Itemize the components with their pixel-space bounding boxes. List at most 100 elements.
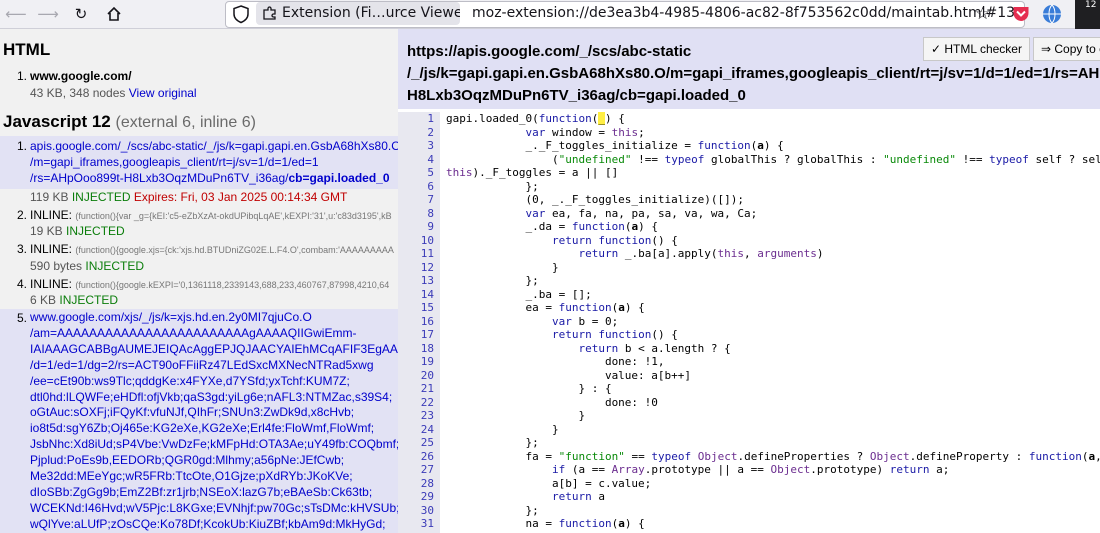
script-4-meta: 6 KB INJECTED	[30, 293, 118, 307]
code-line: _._F_toggles_initialize = function(a) {	[446, 139, 784, 152]
script-5-url-line[interactable]: dtl0hd:lLQWFe;eHDfl:ofjVkb;qaS3gd:yiLg6e…	[30, 390, 398, 406]
code-line: return _.ba[a].apply(this, arguments)	[578, 247, 824, 260]
copy-button[interactable]: ⇒ Copy to c	[1033, 37, 1100, 61]
tab-label: Extension (Fi…urce Viewer)	[282, 5, 460, 21]
star-icon[interactable]: ☆	[975, 4, 990, 24]
html-item-url[interactable]: www.google.com/	[30, 69, 132, 84]
source-url-line: H8Lxb3OqzMDuPn6TV_i36ag/cb=gapi.loaded_0	[407, 87, 746, 104]
line-number: 26	[420, 449, 434, 463]
script-1-size: 119 KB	[30, 190, 69, 204]
home-icon[interactable]	[103, 3, 125, 25]
url-text[interactable]: moz-extension://de3ea3b4-4985-4806-ac82-…	[472, 2, 1015, 25]
line-number: 8	[427, 206, 434, 220]
line-number-gutter: 1 2 3 4 5 6 7 8 9 10 11 12 13 14 15 16 17 18 19 20 21 22 23 24 2…	[398, 112, 440, 533]
code-line: } : {	[446, 382, 612, 395]
script-5-url-line[interactable]: oGtAuc:sOXFj;iFQyKf:vfuNJf,QIhFr;SNUn3:Z…	[30, 405, 398, 421]
javascript-heading-label: Javascript 12	[3, 112, 111, 131]
line-number: 6	[427, 179, 434, 193]
line-number: 24	[420, 422, 434, 436]
script-1-callback: cb=gapi.loaded_0	[288, 171, 390, 185]
script-2-number: 2.	[17, 208, 28, 222]
code-line: };	[446, 179, 539, 193]
script-5-url-line[interactable]: WCEKNd:I46Hvd;wV5Pjc:L8KGxe;EVNhjf:pw70G…	[30, 501, 398, 517]
code-line: this)._F_toggles = a || []	[446, 166, 619, 179]
script-1-number: 1.	[17, 139, 28, 153]
line-number: 29	[420, 490, 434, 503]
script-5-url-line[interactable]: wQlYve:aLUfP;zOsCQe:Ko78Df;KcokUb:KiuZBf…	[30, 517, 398, 533]
code-line: return a	[551, 490, 605, 503]
script-5-url-line[interactable]: /d=1/ed=1/dg=2/rs=ACT90oFFiiRz47LEdSxcMX…	[30, 358, 398, 374]
source-url-line: /_/js/k=gapi.gapi.en.GsbA68hXs80.O/m=gap…	[407, 65, 1100, 82]
script-5-url-line[interactable]: /am=AAAAAAAAAAAAAAAAAAAAAAAAgAAAAQIIGwiE…	[30, 326, 398, 342]
html-checker-button[interactable]: ✓ HTML checker	[923, 37, 1030, 61]
code-line: _.da = function(a) {	[446, 220, 658, 233]
line-number: 9	[427, 220, 434, 233]
script-3-label: INLINE:	[30, 242, 73, 256]
script-1-url-line[interactable]: /rs=AHpOoo899t-H8Lxb3OqzMDuPn6TV_i36ag/c…	[30, 171, 390, 186]
code-line: var ea, fa, na, pa, sa, va, wa, Ca;	[525, 206, 758, 220]
view-original-link[interactable]: View original	[129, 86, 197, 100]
script-1-status: INJECTED	[71, 190, 131, 204]
script-5-url-line[interactable]: IAIAAAGCABBgAUMEJEIQAcAggEPJQJAACYAIEhMC…	[30, 342, 398, 358]
reload-icon[interactable]: ↻	[70, 3, 92, 25]
script-4-size: 6 KB	[30, 293, 57, 307]
script-3-number: 3.	[17, 242, 28, 256]
line-number: 2	[427, 125, 434, 139]
script-2-status: INJECTED	[66, 224, 125, 238]
extension-identity-chip[interactable]: Extension (Fi…urce Viewer)	[256, 2, 460, 25]
script-5-url-line[interactable]: dIoSBb:ZgGg9b;EmZ2Bf:zr1jrb;NSEoX:lazG7b…	[30, 485, 398, 501]
script-3-inline[interactable]: INLINE: (function(){google.xjs={ck:'xjs.…	[30, 242, 394, 258]
script-5-url-line[interactable]: io8t5d:sgY6Zb;Oj465e:KG2eXe,KG2eXe;Erl4f…	[30, 421, 398, 437]
line-number: 18	[420, 341, 434, 355]
arrow-left-icon[interactable]: ⟵	[5, 3, 27, 25]
code-line: if (a == Array.prototype || a == Object.…	[551, 463, 950, 476]
code-line: };	[446, 274, 539, 287]
script-5-url[interactable]: www.google.com/xjs/_/js/k=xjs.hd.en.2y0M…	[30, 310, 398, 533]
script-5-url-line[interactable]: /ee=cEt90b:ws9Tlc;qddgKe:x4FYXe,d7YSfd;y…	[30, 374, 398, 390]
javascript-heading-sub: (external 6, inline 6)	[115, 114, 256, 131]
code-line: (0, _._F_toggles_initialize)([]);	[446, 193, 745, 206]
code-line: ("undefined" !== typeof globalThis ? glo…	[446, 152, 1100, 166]
script-5-url-line[interactable]: Pjplud:PoEs9b,EEDORb;QGR0gd:Mlhmy;a56pNe…	[30, 453, 398, 469]
code-line: }	[446, 422, 559, 436]
script-1-url-line[interactable]: /m=gapi_iframes,googleapis_client/rt=j/s…	[30, 155, 319, 170]
script-2-inline[interactable]: INLINE: (function(){var _g={kEI:'c5-eZbX…	[30, 208, 392, 224]
line-number: 21	[420, 382, 434, 395]
script-5-url-line[interactable]: JsbNhc:Xd8iUd;sP4Vbe:VwDzFe;kMFpHd:OTA3A…	[30, 437, 398, 453]
badge-count: 12	[1085, 0, 1097, 10]
html-item-size: 43 KB, 348 nodes	[30, 86, 126, 100]
line-number: 14	[420, 287, 434, 301]
source-code: gapi.loaded_0(function(_) { var window =…	[446, 112, 1100, 531]
code-line: return function() {	[551, 328, 678, 341]
line-number: 19	[420, 355, 434, 368]
script-4-inline[interactable]: INLINE: (function(){google.kEXPI='0,1361…	[30, 277, 389, 293]
globe-icon[interactable]	[1042, 4, 1062, 28]
script-1-url-segment: /rs=AHpOoo899t-H8Lxb3OqzMDuPn6TV_i36ag/	[30, 171, 289, 185]
script-3-meta: 590 bytes INJECTED	[30, 259, 144, 273]
code-line: na = function(a) {	[446, 517, 645, 530]
arrow-right-icon[interactable]: ⟶	[37, 3, 59, 25]
code-line: }	[446, 260, 559, 274]
extension-badge[interactable]: 12	[1075, 0, 1100, 29]
script-1-url-line[interactable]: apis.google.com/_/scs/abc-static/_/js/k=…	[30, 139, 398, 154]
line-number: 5	[427, 166, 434, 179]
code-view[interactable]: 1 2 3 4 5 6 7 8 9 10 11 12 13 14 15 16 17 18 19 20 21 22 23 24 2…	[398, 112, 1100, 533]
shield-icon[interactable]	[232, 4, 252, 24]
code-line: a[b] = c.value;	[446, 476, 652, 490]
script-5-url-line[interactable]: www.google.com/xjs/_/js/k=xjs.hd.en.2y0M…	[30, 310, 398, 326]
pocket-icon[interactable]	[1012, 4, 1030, 28]
line-number: 17	[420, 328, 434, 341]
line-number: 11	[420, 247, 434, 260]
line-number: 12	[420, 260, 434, 274]
script-4-status: INJECTED	[59, 293, 119, 307]
line-number: 10	[420, 233, 434, 247]
script-4-snippet: (function(){google.kEXPI='0,1361118,2339…	[75, 280, 390, 290]
script-2-meta: 19 KB INJECTED	[30, 224, 125, 238]
script-4-number: 4.	[17, 277, 28, 291]
code-line: var window = this;	[525, 125, 645, 139]
script-4-label: INLINE:	[30, 277, 73, 291]
javascript-heading: Javascript 12 (external 6, inline 6)	[3, 112, 256, 132]
puzzle-icon	[262, 6, 277, 25]
line-number: 22	[420, 395, 434, 409]
script-5-url-line[interactable]: Me32dd:MEeYgc;wR5FRb:TtcOte,O1Gjze;pXdRY…	[30, 469, 398, 485]
